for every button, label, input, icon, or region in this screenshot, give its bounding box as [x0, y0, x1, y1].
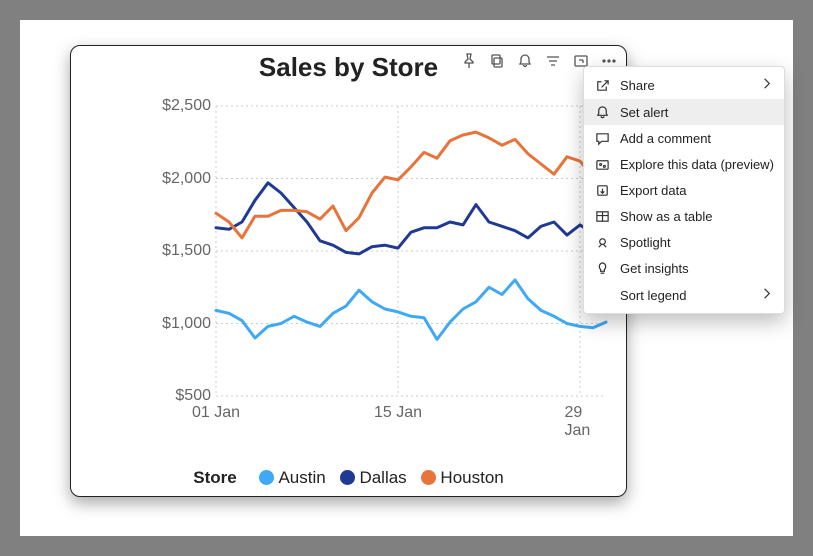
menu-show-table[interactable]: Show as a table — [584, 203, 784, 229]
bulb-icon — [594, 260, 610, 276]
legend-title: Store — [193, 468, 236, 487]
y-tick-label: $1,500 — [162, 242, 211, 260]
menu-insights[interactable]: Get insights — [584, 255, 784, 281]
blank-icon — [594, 287, 610, 303]
chart-svg — [86, 96, 611, 436]
pin-icon[interactable] — [460, 52, 478, 70]
menu-export[interactable]: Export data — [584, 177, 784, 203]
x-tick-label: 29 Jan — [565, 404, 596, 440]
chevron-right-icon — [759, 286, 774, 304]
y-tick-label: $2,000 — [162, 170, 211, 188]
y-tick-label: $2,500 — [162, 97, 211, 115]
spotlight-icon — [594, 234, 610, 250]
menu-share[interactable]: Share — [584, 71, 784, 99]
legend-swatch-dallas — [340, 470, 355, 485]
menu-explore[interactable]: Explore this data (preview) — [584, 151, 784, 177]
menu-spotlight[interactable]: Spotlight — [584, 229, 784, 255]
legend-label-dallas: Dallas — [359, 468, 406, 487]
x-tick-label: 15 Jan — [374, 404, 422, 422]
chevron-right-icon — [759, 76, 774, 94]
export-icon — [594, 182, 610, 198]
legend-swatch-houston — [421, 470, 436, 485]
explore-icon — [594, 156, 610, 172]
legend-label-austin: Austin — [278, 468, 325, 487]
y-tick-label: $1,000 — [162, 315, 211, 333]
chart-card: Sales by Store $2,500$2,000$1,500$1,000$… — [70, 45, 627, 497]
context-menu: Share Set alert Add a comment Explore th… — [583, 66, 785, 314]
y-tick-label: $500 — [175, 387, 211, 405]
share-icon — [594, 77, 610, 93]
comment-icon — [594, 130, 610, 146]
menu-sort-legend[interactable]: Sort legend — [584, 281, 784, 309]
filter-icon[interactable] — [544, 52, 562, 70]
bell-icon — [594, 104, 610, 120]
menu-set-alert[interactable]: Set alert — [584, 99, 784, 125]
menu-add-comment[interactable]: Add a comment — [584, 125, 784, 151]
bell-icon[interactable] — [516, 52, 534, 70]
legend: Store Austin Dallas Houston — [71, 468, 626, 488]
copy-icon[interactable] — [488, 52, 506, 70]
legend-label-houston: Houston — [440, 468, 503, 487]
chart-plot: $2,500 $2,000 $1,500 $1,000 $50001 Jan 15 Jan… — [86, 96, 611, 426]
x-tick-label: 01 Jan — [192, 404, 240, 422]
table-icon — [594, 208, 610, 224]
legend-swatch-austin — [259, 470, 274, 485]
